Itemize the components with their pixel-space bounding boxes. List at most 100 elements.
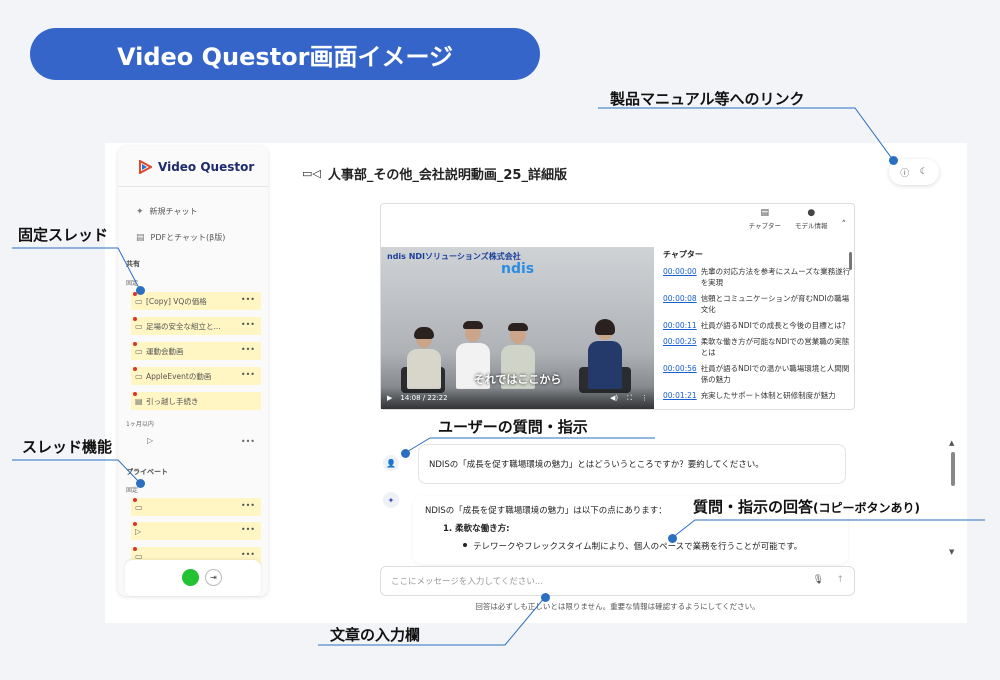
more-icon[interactable]: ••• [241, 295, 255, 304]
sparkle-icon: ✦ [136, 206, 144, 217]
chapter-scrollbar[interactable] [849, 252, 852, 270]
callout-answer-main: 質問・指示の回答 [693, 498, 814, 516]
month-section-label: 1ヶ月以内 [126, 421, 154, 428]
app-logo[interactable]: Video Questor [138, 160, 254, 174]
pdf-chat-button[interactable]: ▤ PDFとチャット(β版) [136, 232, 225, 243]
microphone-icon[interactable]: 🎙 [813, 575, 824, 585]
model-info-button[interactable]: ● モデル情報 [795, 208, 828, 230]
pin-icon [133, 498, 137, 502]
chapter-text: 充実したサポート体制と研修制度が魅力 [700, 391, 836, 400]
chapter-timestamp[interactable]: 00:00:08 [663, 293, 697, 315]
video-player[interactable]: ndis NDIソリューションズ株式会社 ndis それではここから ▶ 14:… [381, 247, 654, 409]
chapter-text: 社員が語るNDIでの温かい職場環境と人間関係の魅力 [700, 364, 850, 384]
thread-label: AppleEventの動画 [146, 371, 212, 381]
message-input[interactable] [391, 574, 791, 590]
pdf-chat-label: PDFとチャット(β版) [150, 233, 226, 242]
video-toolbar: ▤ チャプター ● モデル情報 ˄ [749, 208, 846, 230]
video-camera-icon: ▭◁ [302, 167, 321, 180]
divider [118, 186, 268, 187]
chapter-text: 先輩の対応方法を参考にスムーズな業務遂行を実現 [700, 267, 851, 287]
more-icon[interactable]: ••• [241, 320, 255, 329]
chat-scrollbar[interactable] [951, 452, 955, 486]
ai-sparkle-icon: ✦ [383, 492, 399, 508]
message-input-box: 🎙 ↑ [380, 566, 855, 596]
pin-icon [133, 367, 137, 371]
more-icon[interactable]: ••• [241, 550, 255, 559]
chapter-item[interactable]: 00:00:56 社員が語るNDIでの温かい職場環境と人間関係の魅力 [663, 363, 851, 385]
pinned-thread[interactable]: ▭ AppleEventの動画 ••• [131, 367, 261, 385]
document-icon: ▤ [136, 232, 145, 243]
pin-icon [133, 522, 137, 526]
scroll-up-icon[interactable]: ▲ [949, 439, 954, 447]
chapter-item[interactable]: 00:00:00 先輩の対応方法を参考にスムーズな業務遂行を実現 [663, 266, 851, 288]
new-chat-button[interactable]: ✦ 新規チャット [136, 206, 197, 217]
shared-section-label: 共有 [126, 260, 140, 268]
chapter-timestamp[interactable]: 00:00:56 [663, 363, 697, 385]
pinned-thread[interactable]: ▭ [Copy] VQの価格 ••• [131, 292, 261, 310]
chapter-text: 信頼とコミュニケーションが育むNDIの職場文化 [700, 294, 850, 314]
info-icon[interactable]: ⓘ [900, 166, 909, 179]
moon-icon[interactable]: ☾ [920, 167, 928, 177]
video-time: 14:08 / 22:22 [400, 394, 448, 402]
chapter-item[interactable]: 00:01:21 充実したサポート体制と研修制度が魅力 [663, 390, 851, 401]
user-avatar[interactable] [182, 569, 199, 586]
pin-icon [133, 547, 137, 551]
new-chat-label: 新規チャット [149, 207, 198, 216]
chapter-item[interactable]: 00:00:11 社員が語るNDIでの成長と今後の目標とは？ [663, 320, 851, 331]
callout-pinned-threads: 固定スレッド [18, 226, 109, 244]
volume-icon[interactable]: ◀) [610, 394, 618, 403]
video-title: 人事部_その他_会社説明動画_25_詳細版 [327, 168, 567, 183]
chapter-timestamp[interactable]: 00:01:21 [663, 390, 697, 401]
fullscreen-icon[interactable]: ⛶ [627, 394, 632, 403]
pin-icon [133, 392, 137, 396]
video-icon: ▭ [135, 296, 143, 306]
private-thread[interactable]: ▷ ••• [131, 522, 261, 540]
sidebar-footer: ⇥ [125, 560, 261, 596]
chapter-timestamp[interactable]: 00:00:11 [663, 320, 697, 331]
logout-icon[interactable]: ⇥ [205, 569, 222, 586]
more-icon[interactable]: ••• [241, 370, 255, 379]
chapter-text: 社員が語るNDIでの成長と今後の目標とは？ [700, 321, 850, 330]
pinned-thread[interactable]: ▭ 足場の安全な組立と... ••• [131, 317, 261, 335]
callout-answer: 質問・指示の回答(コピーボタンあり) [693, 496, 920, 517]
more-icon[interactable]: ••• [241, 437, 255, 446]
private-thread[interactable]: ▭ ••• [131, 498, 261, 516]
chapter-timestamp[interactable]: 00:00:25 [663, 336, 697, 358]
model-info-label: モデル情報 [795, 222, 828, 230]
pin-icon [133, 317, 137, 321]
chevron-up-icon: ˄ [841, 220, 847, 230]
callout-input-field: 文章の入力欄 [330, 626, 421, 644]
page-title: ▭◁ 人事部_その他_会社説明動画_25_詳細版 [302, 164, 567, 183]
more-icon[interactable]: ••• [241, 525, 255, 534]
thread-item[interactable]: ▷ ••• [131, 435, 261, 451]
menu-dots-icon[interactable]: ⋮ [641, 394, 648, 403]
thread-label: 足場の安全な組立と... [146, 321, 221, 331]
collapse-button[interactable]: ˄ [842, 220, 847, 230]
user-message: NDISの「成長を促す職場環境の魅力」とはどういうところですか？要約してください… [418, 444, 846, 484]
video-caption: それではここから [473, 373, 562, 386]
answer-item: 1. 柔軟な働き方: [443, 524, 510, 534]
more-icon[interactable]: ••• [241, 501, 255, 510]
chapter-item[interactable]: 00:00:25 柔軟な働き方が可能なNDIでの営業職の実態とは [663, 336, 851, 358]
sidebar: Video Questor ✦ 新規チャット ▤ PDFとチャット(β版) 共有… [118, 146, 268, 596]
callout-dot [541, 593, 550, 602]
pinned-section-label: 固定 [126, 280, 139, 287]
document-icon: ▤ [760, 208, 770, 218]
chapter-item[interactable]: 00:00:08 信頼とコミュニケーションが育むNDIの職場文化 [663, 293, 851, 315]
pinned-thread[interactable]: ▤ 引っ越し手続き [131, 392, 261, 410]
play-icon[interactable]: ▶ [387, 394, 392, 402]
send-icon[interactable]: ↑ [836, 575, 844, 585]
answer-bullet: テレワークやフレックスタイム制により、個人のペースで業務を行うことが可能です。 [425, 540, 848, 552]
pinned-thread[interactable]: ▭ 運動会動画 ••• [131, 342, 261, 360]
scroll-down-icon[interactable]: ▼ [949, 548, 954, 556]
callout-dot [889, 156, 898, 165]
play-icon: ▷ [135, 526, 142, 536]
chapter-button[interactable]: ▤ チャプター [749, 208, 781, 230]
thread-label: [Copy] VQの価格 [146, 296, 207, 306]
info-icon: ● [807, 208, 816, 218]
video-icon: ▭ [135, 371, 143, 381]
callout-manual-link: 製品マニュアル等へのリンク [610, 90, 805, 108]
more-icon[interactable]: ••• [241, 345, 255, 354]
chapter-timestamp[interactable]: 00:00:00 [663, 266, 697, 288]
chapter-label: チャプター [748, 222, 781, 230]
